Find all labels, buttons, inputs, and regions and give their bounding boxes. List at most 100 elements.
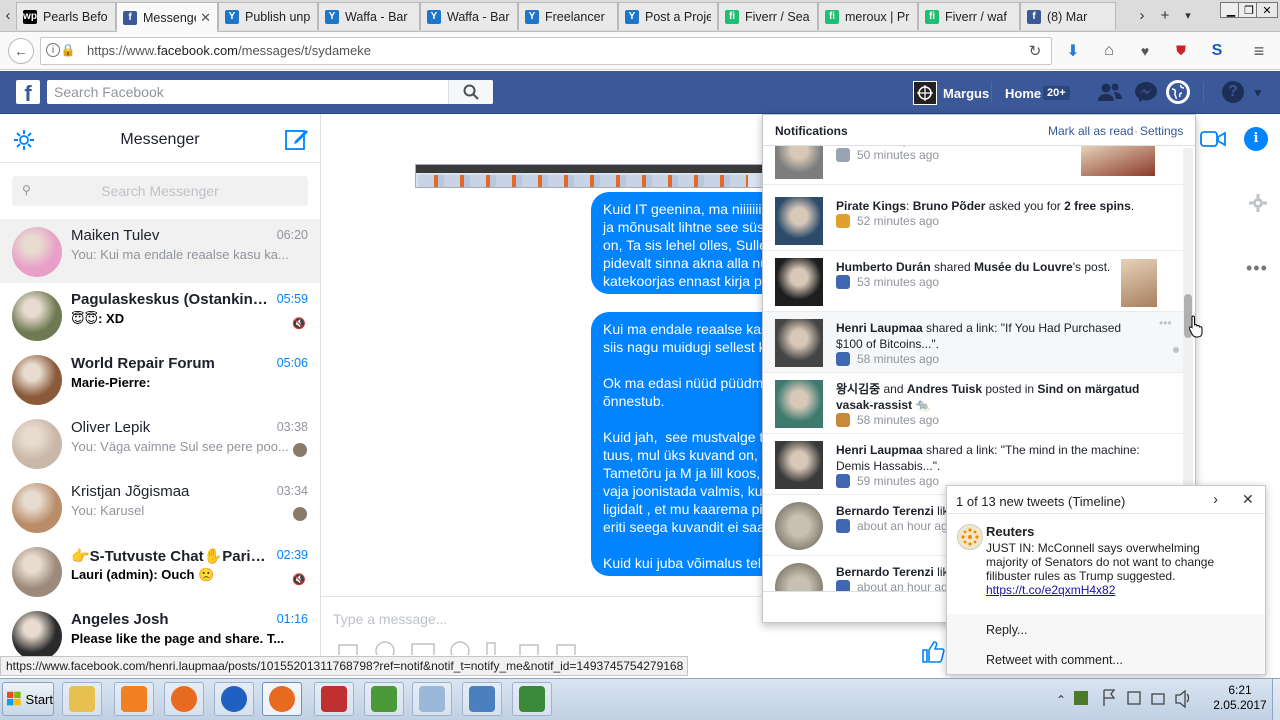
notification-item[interactable]: 왕시김중 and Andres Tuisk posted in Sind on … bbox=[763, 373, 1183, 434]
reuters-avatar[interactable] bbox=[957, 524, 983, 550]
tabs-scroll-left-icon[interactable]: ‹ bbox=[0, 4, 16, 26]
url-bar[interactable]: https://www.facebook.com/messages/t/syda… bbox=[40, 37, 1052, 65]
notification-item[interactable]: Pirate Kings: Bruno Põder asked you for … bbox=[763, 190, 1183, 251]
reply-action[interactable]: Reply... bbox=[986, 623, 1027, 637]
taskbar-app-button[interactable] bbox=[62, 682, 102, 716]
retweet-with-comment-action[interactable]: Retweet with comment... bbox=[986, 653, 1123, 667]
compose-icon[interactable] bbox=[284, 126, 310, 152]
reload-icon[interactable]: ↻ bbox=[1024, 40, 1046, 62]
taskbar-app-button[interactable] bbox=[412, 682, 452, 716]
notification-item[interactable]: Ozan Yildiz posted in British Politics. 5… bbox=[763, 146, 1183, 185]
close-tab-icon[interactable]: ✕ bbox=[200, 10, 211, 26]
notification-actor[interactable]: Henri Laupmaa bbox=[836, 443, 923, 457]
message-input[interactable]: Type a message... bbox=[333, 611, 447, 627]
message-bubble[interactable]: Kuid IT geenina, ma niiiiiii k ja mõnusa… bbox=[591, 192, 766, 294]
video-call-icon[interactable] bbox=[1200, 130, 1226, 148]
notification-actor[interactable]: Ozan Yildiz bbox=[836, 146, 899, 147]
taskbar-app-button[interactable] bbox=[214, 682, 254, 716]
help-icon[interactable]: ? bbox=[1222, 81, 1244, 103]
conversation-item[interactable]: World Repair Forum Marie-Pierre: 05:06 bbox=[0, 347, 320, 411]
conversation-preview: You: Kui ma endale reaalse kasu ka... bbox=[71, 247, 289, 262]
conversation-info-icon[interactable]: i bbox=[1244, 127, 1268, 151]
info-icon[interactable]: i bbox=[46, 43, 60, 57]
next-tweet-chevron-icon[interactable]: › bbox=[1213, 491, 1218, 508]
more-options-icon[interactable]: ••• bbox=[1246, 258, 1268, 279]
browser-tab[interactable]: fi Fiverr / Sea bbox=[718, 2, 818, 30]
notification-options-icon[interactable]: ••• bbox=[1159, 316, 1172, 330]
notification-actor[interactable]: Bernardo Terenzi bbox=[836, 565, 934, 579]
notification-item[interactable]: Henri Laupmaa shared a link: "If You Had… bbox=[763, 312, 1183, 373]
show-desktop-button[interactable] bbox=[1272, 679, 1280, 720]
notification-actor[interactable]: Henri Laupmaa bbox=[836, 321, 923, 335]
notification-type-icon bbox=[836, 275, 850, 289]
conversation-item[interactable]: Kristjan Jõgismaa You: Karusel 03:34 bbox=[0, 475, 320, 539]
taskbar-app-button[interactable] bbox=[164, 682, 204, 716]
facebook-search-input[interactable]: Search Facebook bbox=[47, 80, 493, 104]
shared-screenshot-image[interactable] bbox=[415, 164, 766, 188]
notification-extra[interactable]: 2 free spins bbox=[1064, 199, 1131, 213]
notifications-globe-icon[interactable] bbox=[1166, 80, 1190, 104]
back-icon[interactable]: ← bbox=[8, 38, 34, 64]
conversation-item[interactable]: Maiken Tulev You: Kui ma endale reaalse k… bbox=[0, 219, 320, 283]
browser-tab[interactable]: Y Post a Proje bbox=[618, 2, 718, 30]
tweet-link[interactable]: https://t.co/e2qxmH4x82 bbox=[986, 583, 1115, 597]
notification-target[interactable]: Musée du Louvre bbox=[974, 260, 1073, 274]
taskbar-app-button[interactable] bbox=[262, 682, 302, 716]
friend-requests-icon[interactable] bbox=[1097, 81, 1123, 103]
taskbar-app-button[interactable] bbox=[114, 682, 154, 716]
taskbar-app-button[interactable] bbox=[314, 682, 354, 716]
notification-actor[interactable]: 왕시김중 bbox=[836, 382, 880, 396]
notification-target[interactable]: British Politics bbox=[955, 146, 1039, 147]
browser-tab[interactable]: fi meroux | Pr bbox=[818, 2, 918, 30]
messages-icon[interactable] bbox=[1134, 81, 1158, 103]
notification-item[interactable]: Humberto Durán shared Musée du Louvre's … bbox=[763, 251, 1183, 312]
new-tab-icon[interactable]: + bbox=[1153, 4, 1177, 26]
pocket-icon[interactable]: ♥ bbox=[1134, 40, 1156, 62]
notification-target[interactable]: Andres Tuisk bbox=[907, 382, 982, 396]
browser-tab[interactable]: Y Freelancer bbox=[518, 2, 618, 30]
home-link[interactable]: Home bbox=[1005, 86, 1041, 101]
notification-target[interactable]: Bruno Põder bbox=[913, 199, 986, 213]
browser-tab[interactable]: Y Waffa - Bar bbox=[420, 2, 518, 30]
user-name-link[interactable]: Margus bbox=[943, 86, 989, 101]
clock[interactable]: 6:21 2.05.2017 bbox=[1210, 683, 1270, 713]
taskbar-app-button[interactable] bbox=[512, 682, 552, 716]
notification-actor[interactable]: Bernardo Terenzi bbox=[836, 504, 934, 518]
browser-tab[interactable]: f Messenger ✕ bbox=[116, 2, 218, 32]
tweet-author[interactable]: Reuters bbox=[986, 524, 1034, 539]
search-icon[interactable] bbox=[448, 80, 493, 104]
browser-tab[interactable]: Y Waffa - Bar bbox=[318, 2, 420, 30]
user-avatar[interactable] bbox=[913, 81, 937, 105]
browser-tab[interactable]: wp Pearls Befo bbox=[16, 2, 116, 30]
browser-tab[interactable]: fi Fiverr / waf bbox=[918, 2, 1020, 30]
close-popup-icon[interactable]: ✕ bbox=[1242, 491, 1254, 508]
notification-actor[interactable]: Pirate Kings bbox=[836, 199, 906, 213]
start-button[interactable]: Start bbox=[2, 682, 54, 716]
messenger-search-input[interactable]: ⚲ Search Messenger bbox=[12, 176, 308, 206]
browser-tab[interactable]: f (8) Mar bbox=[1020, 2, 1116, 30]
taskbar-app-button[interactable] bbox=[462, 682, 502, 716]
like-thumb-icon[interactable] bbox=[921, 641, 945, 663]
tab-list-chevron-icon[interactable]: ▾ bbox=[1176, 4, 1200, 26]
account-menu-chevron-icon[interactable]: ▼ bbox=[1252, 86, 1264, 100]
taskbar-app-button[interactable] bbox=[364, 682, 404, 716]
skype-icon[interactable]: S bbox=[1206, 40, 1228, 62]
menu-icon[interactable]: ≡ bbox=[1248, 40, 1270, 62]
message-bubble[interactable]: Kui ma endale reaalse kasu siis nagu mui… bbox=[591, 312, 766, 576]
mark-read-dot-icon[interactable] bbox=[1173, 347, 1179, 353]
home-icon[interactable]: ⌂ bbox=[1098, 40, 1120, 62]
notification-settings-link[interactable]: Settings bbox=[1140, 124, 1183, 138]
browser-tab[interactable]: Y Publish unp bbox=[218, 2, 318, 30]
conversation-preview: 😇😇: XD bbox=[71, 311, 125, 326]
close-window-icon[interactable]: ✕ bbox=[1256, 2, 1278, 18]
conversation-item[interactable]: Oliver Lepik You: Väga vaimne Sul see per… bbox=[0, 411, 320, 475]
conversation-item[interactable]: Pagulaskeskus (Ostankino ... 😇😇: XD 05:59 🔇 bbox=[0, 283, 320, 347]
tabs-scroll-right-icon[interactable]: › bbox=[1130, 4, 1154, 26]
ublock-icon[interactable]: ⛊ bbox=[1170, 40, 1192, 62]
download-icon[interactable]: ⬇ bbox=[1062, 40, 1084, 62]
mark-all-read-link[interactable]: Mark all as read bbox=[1048, 124, 1133, 138]
conversation-settings-gear-icon[interactable] bbox=[1249, 194, 1267, 212]
facebook-logo[interactable]: f bbox=[16, 80, 40, 106]
conversation-item[interactable]: 👉S-Tutvuste Chat✋Parim... Lauri (admin): … bbox=[0, 539, 320, 603]
notification-actor[interactable]: Humberto Durán bbox=[836, 260, 931, 274]
